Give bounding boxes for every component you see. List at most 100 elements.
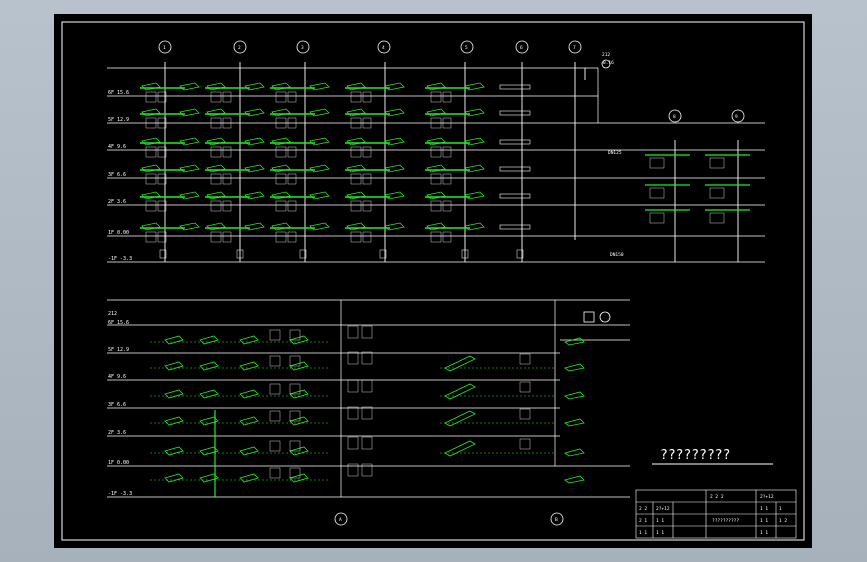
title-cell: ?????????? [712, 518, 739, 524]
plumbing-system-diagram: 6F 15.6 5F 12.9 4F 9.6 3F 6.6 2F 3.6 1F … [61, 21, 805, 541]
floor-label: 4F 9.6 [108, 144, 126, 150]
fixture [426, 164, 446, 173]
annotation [287, 200, 297, 212]
fixture [564, 363, 585, 372]
annotation [350, 91, 362, 103]
title-cell: 1 1 [639, 530, 647, 536]
annotation [275, 146, 287, 158]
fixture [564, 391, 585, 400]
title-cell: 1 1 [760, 518, 768, 524]
annotation [519, 408, 531, 420]
fixture [346, 222, 366, 231]
annotation [709, 212, 725, 224]
fixture [564, 418, 585, 427]
title-cell: 1 [779, 506, 782, 512]
fixture [309, 191, 330, 200]
fixture [164, 361, 184, 371]
fixture [499, 224, 531, 230]
fixture-group [140, 82, 750, 231]
axis-bubble-label: 9 [735, 114, 738, 120]
annotation [287, 231, 297, 243]
axis-bubble-label: 4 [382, 45, 385, 51]
fixture [141, 164, 161, 173]
fixture [499, 84, 531, 90]
fixture [346, 108, 366, 117]
fixture [444, 355, 476, 372]
fixture [239, 473, 259, 483]
axis-bubble-label: B [555, 517, 558, 523]
fixture [206, 137, 226, 146]
fixture [164, 335, 184, 345]
title-cell: 2?+12 [760, 494, 774, 500]
annotation [222, 173, 232, 185]
annotation [362, 146, 372, 158]
annotation [430, 91, 442, 103]
floor-label: 2F 3.6 [108, 199, 126, 205]
fixture [499, 166, 531, 172]
annotation [269, 383, 281, 395]
fixture [346, 164, 366, 173]
annotation [442, 231, 452, 243]
fixture-group [150, 335, 585, 497]
annotation [269, 440, 281, 452]
fixture [141, 222, 161, 231]
axis-bubble-label: 7 [573, 45, 576, 51]
annotation [361, 379, 373, 393]
annotation [347, 351, 359, 365]
annotation [442, 146, 452, 158]
fixture [239, 389, 259, 399]
fixture [426, 82, 446, 91]
title-cell: 1 1 [760, 506, 768, 512]
annotation [519, 438, 531, 450]
annotation [350, 200, 362, 212]
annotation [275, 231, 287, 243]
fixture [564, 337, 585, 346]
fixture [309, 222, 330, 231]
title-cell: 1 1 [760, 530, 768, 536]
axis-bubble-label: 3 [301, 45, 304, 51]
floor-label: 5F 12.9 [108, 117, 129, 123]
floor-label: 3F 6.6 [108, 402, 126, 408]
annotation [269, 329, 281, 341]
annotation [430, 200, 442, 212]
fixture [179, 82, 200, 91]
fixture [444, 383, 476, 400]
fixture [271, 222, 291, 231]
fixture [244, 191, 265, 200]
fixture [206, 164, 226, 173]
fixture [384, 191, 405, 200]
annotation [269, 355, 281, 367]
fixture [141, 82, 161, 91]
floor-label: -1F -3.3 [108, 491, 132, 497]
fixture [464, 82, 485, 91]
annotation [519, 381, 531, 393]
fixture [444, 440, 476, 457]
fixture [179, 137, 200, 146]
annotation [709, 157, 725, 169]
fixture [206, 191, 226, 200]
annotation [362, 91, 372, 103]
annotation [269, 467, 281, 479]
annotation [430, 173, 442, 185]
annotation [287, 173, 297, 185]
fixture [426, 191, 446, 200]
floor-label: -1F -3.3 [108, 256, 132, 262]
floor-label: 4F 9.6 [108, 374, 126, 380]
fixture [464, 108, 485, 117]
axis-bubble-label: 5 [465, 45, 468, 51]
annotation [350, 146, 362, 158]
annotation [519, 353, 531, 365]
fixture [346, 82, 366, 91]
annotation [210, 200, 222, 212]
fixture [384, 137, 405, 146]
top-label: 212 [602, 52, 610, 58]
fixture [499, 110, 531, 116]
title-cell: 2 2 2 [710, 494, 724, 500]
annotation [709, 187, 725, 199]
annotation [210, 173, 222, 185]
fixture [206, 222, 226, 231]
annotation [350, 231, 362, 243]
annotation [222, 146, 232, 158]
annotation [362, 231, 372, 243]
title-cell: 2?+12 [656, 506, 670, 512]
